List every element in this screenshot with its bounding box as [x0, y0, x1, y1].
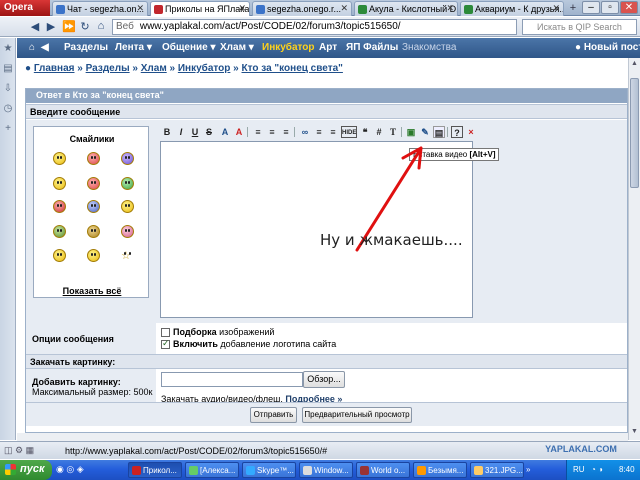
task-skype[interactable]: Skype™... [242, 462, 296, 478]
windows-logo-icon [5, 464, 16, 475]
clock: 8:40 [619, 465, 635, 474]
task-untitled[interactable]: Безымя... [413, 462, 467, 478]
status-bar: ◫ ⚙ ▦ http://www.yaplakal.com/act/Post/C… [0, 441, 640, 459]
task-image[interactable]: 321.JPG... [470, 462, 524, 478]
quick-launch-icons[interactable]: ◉ ◎ ◈ [56, 464, 84, 475]
opera-icon [132, 466, 141, 475]
game-icon [360, 466, 369, 475]
scroll-up-icon[interactable]: ▲ [630, 60, 639, 70]
more-tasks-icon[interactable]: » [526, 465, 530, 474]
scroll-thumb[interactable] [630, 78, 639, 188]
language-indicator[interactable]: RU [573, 465, 585, 474]
task-label: World o... [371, 466, 406, 475]
chat-icon [189, 466, 198, 475]
scroll-down-icon[interactable]: ▼ [630, 428, 639, 438]
system-tray: RU ◔ ◑ 8:40 [566, 460, 640, 480]
task-label: Skype™... [257, 466, 294, 475]
site-watermark: YAPLAKAL.COM [545, 444, 617, 454]
task-aleksa[interactable]: [Алекса... [185, 462, 239, 478]
taskbar: пуск ◉ ◎ ◈ Прикол... [Алекса... Skype™..… [0, 460, 640, 480]
status-url: http://www.yaplakal.com/act/Post/CODE/02… [65, 446, 328, 456]
tray-icons[interactable]: ◔ ◑ [591, 465, 603, 474]
status-icons: ◫ ⚙ ▦ [4, 445, 35, 455]
task-window[interactable]: Window... [299, 462, 353, 478]
task-world[interactable]: World o... [356, 462, 410, 478]
task-label: Прикол... [143, 466, 177, 475]
paint-icon [417, 466, 426, 475]
start-button[interactable]: пуск [0, 460, 52, 480]
annotation-text: Ну и жмакаешь.... [320, 231, 463, 249]
vertical-scrollbar[interactable]: ▲ ▼ [628, 58, 640, 440]
window-icon [303, 466, 312, 475]
task-opera[interactable]: Прикол... [128, 462, 182, 478]
task-label: Window... [314, 466, 349, 475]
skype-icon [246, 466, 255, 475]
horizontal-scrollbar[interactable] [17, 433, 628, 441]
image-viewer-icon [474, 466, 483, 475]
task-label: [Алекса... [200, 466, 236, 475]
task-label: Безымя... [428, 466, 464, 475]
start-label: пуск [20, 463, 45, 475]
task-label: 321.JPG... [485, 466, 523, 475]
